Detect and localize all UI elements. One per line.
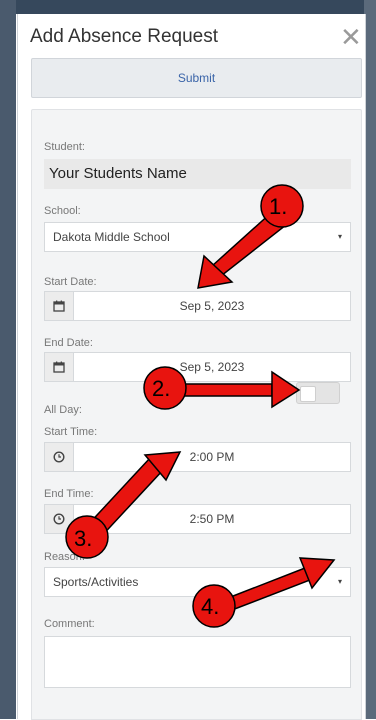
school-label: School:: [44, 205, 81, 217]
start-time-label: Start Time:: [44, 426, 98, 438]
end-time-label: End Time:: [44, 488, 94, 500]
modal-title: Add Absence Request: [30, 26, 219, 47]
backdrop-left: [0, 0, 16, 719]
start-time-group: 2:00 PM: [44, 442, 351, 472]
all-day-label: All Day:: [44, 404, 82, 416]
start-date-label: Start Date:: [44, 276, 97, 288]
student-label: Student:: [44, 141, 85, 153]
form-panel: Student: Your Students Name School: Dako…: [31, 109, 362, 701]
chevron-down-icon: ▾: [337, 232, 342, 241]
start-time-input[interactable]: 2:00 PM: [73, 442, 351, 472]
calendar-icon[interactable]: [44, 291, 74, 321]
end-date-input[interactable]: Sep 5, 2023: [73, 352, 351, 382]
school-select-value: Dakota Middle School: [53, 230, 170, 244]
reason-select-value: Sports/Activities: [53, 575, 139, 589]
submit-button[interactable]: Submit: [31, 58, 362, 98]
calendar-icon[interactable]: [44, 352, 74, 382]
clock-icon[interactable]: [44, 442, 74, 472]
school-select[interactable]: Dakota Middle School ▾: [44, 222, 351, 252]
end-time-group: 2:50 PM: [44, 504, 351, 534]
start-date-group: Sep 5, 2023: [44, 291, 351, 321]
absence-request-modal: Add Absence Request ✕ Submit Student: Yo…: [17, 14, 366, 720]
backdrop-top: [0, 0, 376, 14]
start-date-input[interactable]: Sep 5, 2023: [73, 291, 351, 321]
toggle-knob: [300, 386, 316, 402]
reason-select[interactable]: Sports/Activities ▾: [44, 567, 351, 597]
student-name-field: Your Students Name: [44, 159, 351, 189]
comment-textarea[interactable]: [44, 636, 351, 688]
comment-label: Comment:: [44, 618, 95, 630]
end-date-group: Sep 5, 2023: [44, 352, 351, 382]
close-icon[interactable]: ✕: [340, 24, 362, 50]
modal-header: Add Absence Request ✕: [18, 14, 365, 60]
end-date-label: End Date:: [44, 337, 93, 349]
end-time-input[interactable]: 2:50 PM: [73, 504, 351, 534]
secondary-panel: [31, 698, 362, 720]
clock-icon[interactable]: [44, 504, 74, 534]
chevron-down-icon: ▾: [337, 577, 342, 586]
all-day-toggle[interactable]: [296, 382, 340, 404]
reason-label: Reason:: [44, 551, 85, 563]
